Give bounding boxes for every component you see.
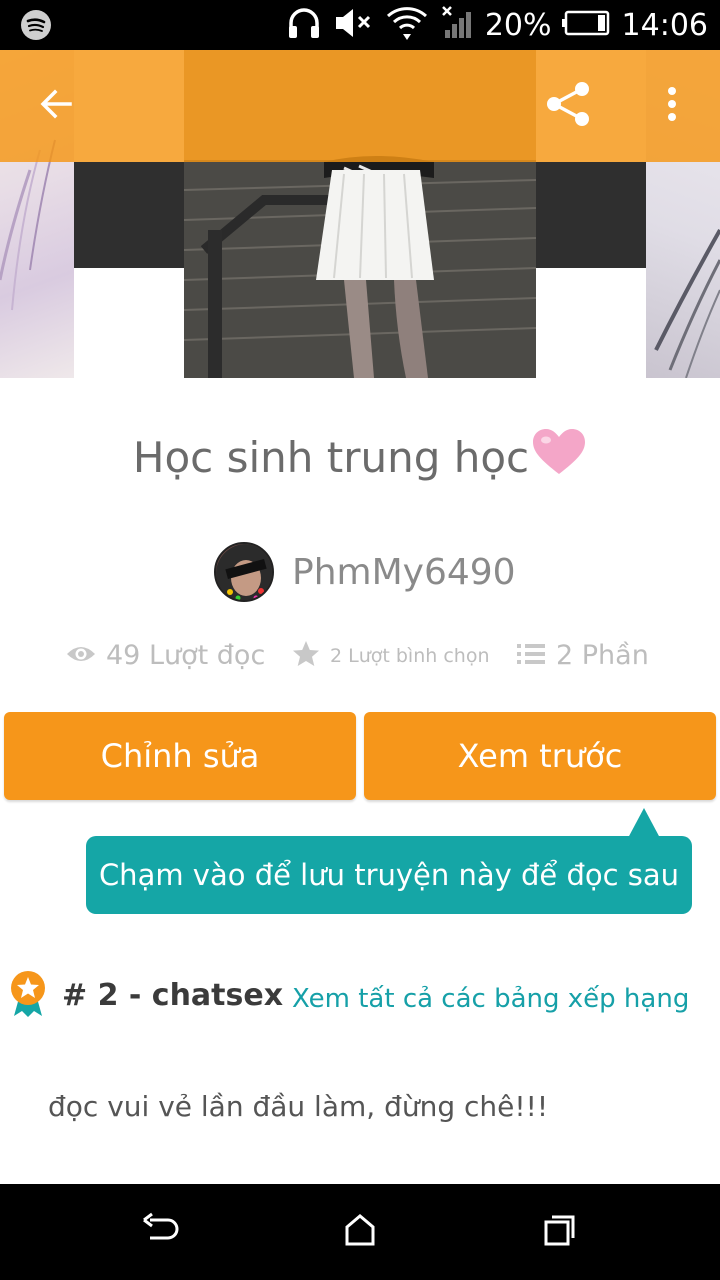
share-icon xyxy=(543,79,593,133)
view-all-rankings-link[interactable]: Xem tất cả các bảng xếp hạng xyxy=(292,984,689,1014)
story-title: Học sinh trung học xyxy=(0,428,720,486)
back-arrow-icon xyxy=(36,84,76,128)
reads-count: 49 Lượt đọc xyxy=(106,640,266,671)
wifi-icon xyxy=(385,4,429,46)
ranking-row: # 2 - chatsex Xem tất cả các bảng xếp hạ… xyxy=(8,970,708,1020)
more-options-button[interactable] xyxy=(642,76,702,136)
recents-icon xyxy=(543,1213,577,1251)
eye-icon xyxy=(66,643,96,669)
story-cover-carousel[interactable] xyxy=(0,50,720,380)
toolbar xyxy=(0,50,720,162)
nav-home-button[interactable] xyxy=(330,1202,390,1262)
share-button[interactable] xyxy=(538,76,598,136)
clock: 14:06 xyxy=(621,7,708,43)
mute-icon xyxy=(333,6,375,44)
author-row[interactable]: PhmMy6490 xyxy=(214,542,516,602)
nav-back-button[interactable] xyxy=(130,1202,190,1262)
save-tooltip[interactable]: Chạm vào để lưu truyện này để đọc sau xyxy=(86,836,692,914)
headphones-icon xyxy=(285,4,323,46)
rank-label: # 2 - chatsex xyxy=(62,978,284,1013)
battery-icon xyxy=(561,10,612,40)
votes-stat: 2 Lượt bình chọn xyxy=(292,640,490,672)
more-vert-icon xyxy=(666,86,678,126)
parts-count: 2 Phần xyxy=(556,640,649,671)
award-badge-icon xyxy=(8,970,48,1022)
signal-icon xyxy=(439,4,475,46)
cover-shadow-left xyxy=(74,162,184,268)
home-icon xyxy=(343,1213,377,1251)
votes-count: 2 Lượt bình chọn xyxy=(330,645,490,667)
navigation-bar xyxy=(0,1184,720,1280)
author-name[interactable]: PhmMy6490 xyxy=(292,552,516,593)
author-avatar[interactable] xyxy=(214,542,274,602)
spotify-icon xyxy=(20,9,52,41)
cover-shadow-right xyxy=(536,162,648,268)
story-stats: 49 Lượt đọc 2 Lượt bình chọn 2 Phần xyxy=(0,640,720,680)
parts-stat: 2 Phần xyxy=(516,640,649,671)
list-icon xyxy=(516,642,546,670)
preview-button[interactable]: Xem trước xyxy=(364,712,716,800)
nav-recents-button[interactable] xyxy=(530,1202,590,1262)
tooltip-arrow xyxy=(628,808,660,838)
heart-icon xyxy=(531,428,587,486)
story-description: đọc vui vẻ lần đầu làm, đừng chê!!! xyxy=(48,1090,549,1123)
nav-back-icon xyxy=(140,1212,180,1252)
story-title-text: Học sinh trung học xyxy=(132,433,530,482)
back-button[interactable] xyxy=(26,76,86,136)
star-icon xyxy=(292,640,320,672)
edit-button[interactable]: Chỉnh sửa xyxy=(4,712,356,800)
status-bar: 20% 14:06 xyxy=(0,0,720,50)
reads-stat: 49 Lượt đọc xyxy=(66,640,265,671)
battery-percent: 20% xyxy=(484,7,552,43)
